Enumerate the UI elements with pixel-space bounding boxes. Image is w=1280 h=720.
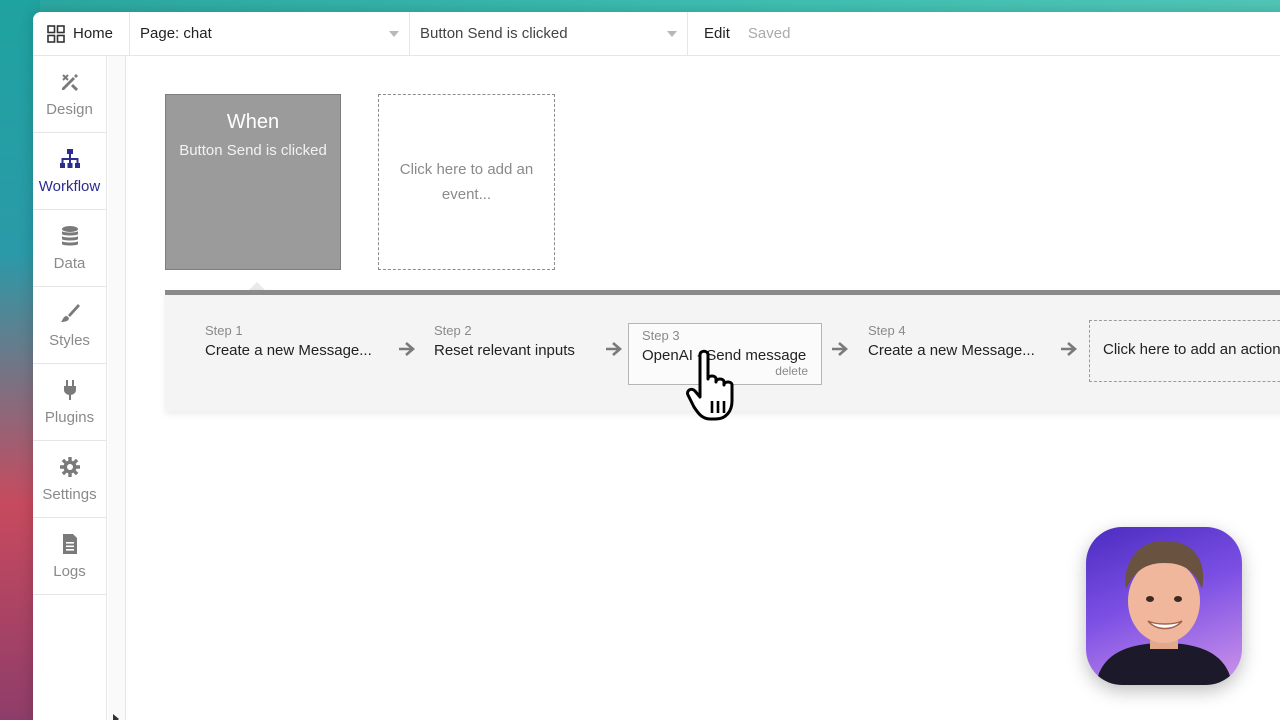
add-action-button[interactable]: Click here to add an action...	[1089, 320, 1280, 382]
save-status: Saved	[747, 25, 791, 42]
step-2[interactable]: Step 2 Reset relevant inputs	[434, 323, 575, 359]
sidebar-item-data[interactable]: Data	[33, 210, 106, 287]
sidebar-item-logs[interactable]: Logs	[33, 518, 106, 595]
design-icon	[61, 73, 78, 91]
event-block[interactable]: When Button Send is clicked	[165, 94, 341, 270]
top-bar: Home Page: chat Button Send is clicked E…	[33, 12, 1280, 56]
sidebar-item-workflow[interactable]: Workflow	[33, 133, 106, 210]
gear-icon	[59, 456, 80, 477]
step-name: Reset relevant inputs	[434, 342, 575, 359]
event-subtitle: Button Send is clicked	[179, 142, 327, 159]
plug-icon	[63, 379, 76, 400]
sidebar-item-label: Styles	[49, 331, 90, 349]
chevron-down-icon	[667, 30, 678, 37]
sidebar-item-plugins[interactable]: Plugins	[33, 364, 106, 441]
add-action-label: Click here to add an action...	[1103, 341, 1280, 358]
sidebar-item-settings[interactable]: Settings	[33, 441, 106, 518]
sidebar-item-label: Logs	[53, 562, 86, 580]
arrow-right-icon	[399, 342, 415, 356]
brush-icon	[60, 303, 80, 322]
step-4[interactable]: Step 4 Create a new Message...	[868, 323, 1035, 359]
grid-icon	[47, 24, 65, 43]
event-selector-value: Button Send is clicked	[420, 25, 568, 42]
page-selector[interactable]: Page: chat	[130, 12, 411, 56]
sidebar: Design Workflow Data Styles Plugins Sett…	[33, 56, 107, 720]
step-label: Step 3	[642, 328, 680, 343]
add-event-button[interactable]: Click here to add an event...	[378, 94, 555, 270]
arrow-right-icon	[832, 342, 848, 356]
sidebar-item-label: Plugins	[44, 408, 95, 426]
step-name: Create a new Message...	[205, 342, 372, 359]
database-icon	[61, 225, 78, 245]
presenter-avatar	[1096, 540, 1232, 685]
arrow-right-icon	[1061, 342, 1077, 356]
sidebar-item-label: Workflow	[38, 177, 101, 195]
webcam-overlay	[1086, 527, 1242, 685]
step-label: Step 1	[205, 323, 243, 338]
event-title: When	[226, 111, 280, 133]
delete-step-link[interactable]: delete	[775, 364, 808, 378]
chevron-down-icon	[389, 30, 400, 37]
edit-menu[interactable]: Edit	[704, 25, 730, 42]
home-button[interactable]: Home	[33, 12, 131, 56]
workflow-icon	[59, 148, 80, 168]
event-selector[interactable]: Button Send is clicked	[410, 12, 689, 56]
step-label: Step 4	[868, 323, 906, 338]
step-1[interactable]: Step 1 Create a new Message...	[205, 323, 372, 359]
page-selector-value: Page: chat	[140, 25, 212, 42]
sidebar-item-label: Design	[46, 100, 93, 118]
sidebar-item-label: Data	[53, 254, 86, 272]
step-name: Create a new Message...	[868, 342, 1035, 359]
expand-panel-icon[interactable]	[113, 714, 119, 720]
hand-pointer-icon	[686, 349, 734, 421]
sidebar-item-design[interactable]: Design	[33, 56, 106, 133]
step-label: Step 2	[434, 323, 472, 338]
home-label: Home	[73, 25, 114, 42]
panel-divider	[108, 56, 126, 720]
add-event-label: Click here to add an event...	[399, 161, 534, 203]
sidebar-item-label: Settings	[42, 485, 97, 503]
sidebar-item-styles[interactable]: Styles	[33, 287, 106, 364]
arrow-right-icon	[606, 342, 622, 356]
document-icon	[62, 533, 77, 554]
